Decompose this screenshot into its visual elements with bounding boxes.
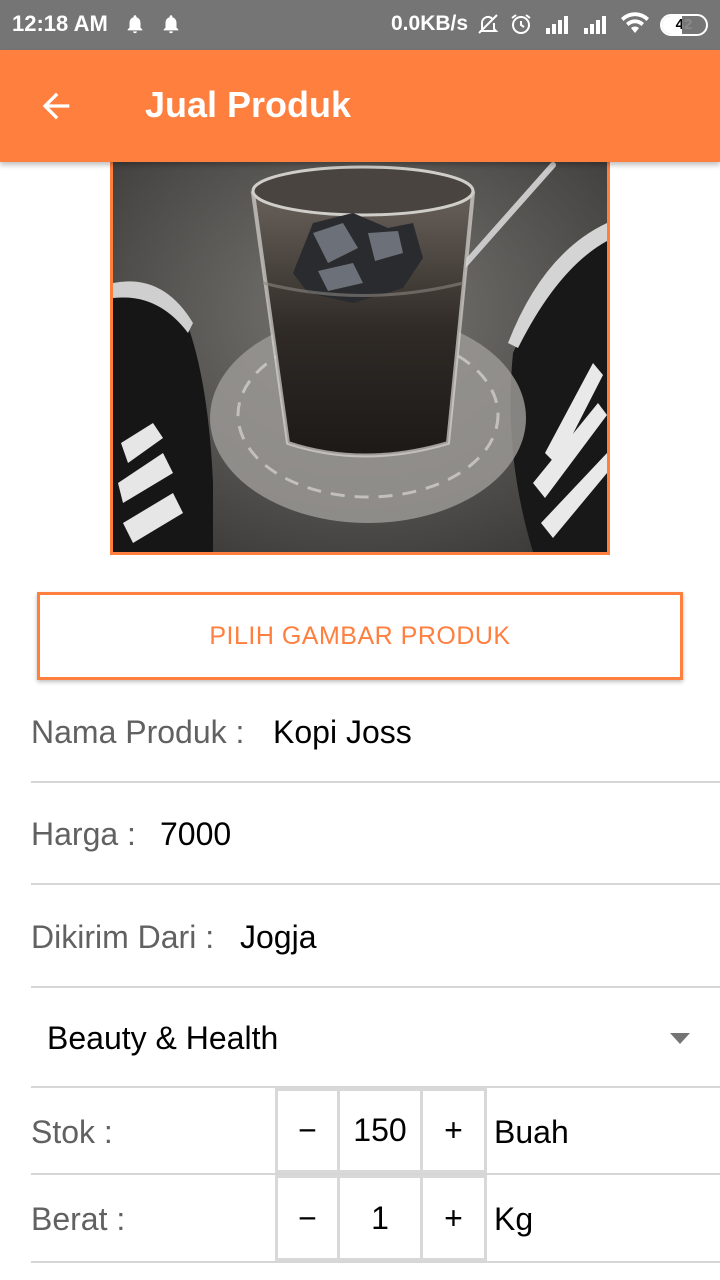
notification-bell-icon bbox=[163, 15, 179, 34]
product-name-label: Nama Produk : bbox=[31, 714, 245, 750]
pick-image-button[interactable]: PILIH GAMBAR PRODUK bbox=[37, 592, 683, 680]
wifi-icon bbox=[621, 12, 649, 33]
network-speed: 0.0KB/s bbox=[391, 12, 469, 35]
weight-label: Berat : bbox=[31, 1201, 126, 1237]
weight-unit: Kg bbox=[494, 1201, 534, 1237]
stock-label: Stok : bbox=[31, 1114, 113, 1150]
status-time: 12:18 AM bbox=[12, 11, 108, 36]
status-bar: 12:18 AM 0.0KB/s 42 bbox=[0, 0, 720, 50]
weight-decrement-button[interactable]: − bbox=[275, 1175, 340, 1261]
product-name-row: Nama Produk : Kopi Joss bbox=[31, 700, 720, 783]
price-row: Harga : 7000 bbox=[31, 783, 720, 885]
battery-icon: 42 bbox=[660, 14, 708, 36]
price-label: Harga : bbox=[31, 816, 136, 852]
stock-quantity-field[interactable]: 150 bbox=[337, 1088, 423, 1173]
signal-icon bbox=[584, 16, 606, 34]
category-select[interactable]: Beauty & Health bbox=[31, 988, 720, 1088]
dropdown-arrow-icon bbox=[670, 1033, 690, 1044]
alarm-icon bbox=[511, 14, 531, 34]
product-name-input[interactable]: Kopi Joss bbox=[273, 714, 412, 751]
muted-icon bbox=[478, 14, 499, 34]
weight-increment-button[interactable]: + bbox=[420, 1175, 487, 1261]
signal-icon bbox=[546, 16, 568, 34]
origin-row: Dikirim Dari : Jogja bbox=[31, 885, 720, 988]
origin-input[interactable]: Jogja bbox=[240, 919, 317, 956]
battery-level: 42 bbox=[675, 16, 693, 33]
weight-quantity-field[interactable]: 1 bbox=[337, 1175, 423, 1261]
arrow-back-icon[interactable] bbox=[36, 86, 76, 126]
stock-unit: Buah bbox=[494, 1114, 569, 1150]
notification-bell-icon bbox=[127, 15, 143, 34]
product-image bbox=[110, 150, 610, 555]
stock-increment-button[interactable]: + bbox=[420, 1088, 487, 1173]
product-photo-graphic bbox=[113, 153, 607, 552]
page-title: Jual Produk bbox=[145, 84, 352, 125]
category-selected-value: Beauty & Health bbox=[47, 1020, 279, 1056]
app-bar: Jual Produk bbox=[0, 50, 720, 162]
price-input[interactable]: 7000 bbox=[160, 816, 231, 853]
stock-decrement-button[interactable]: − bbox=[275, 1088, 340, 1173]
origin-label: Dikirim Dari : bbox=[31, 919, 215, 955]
